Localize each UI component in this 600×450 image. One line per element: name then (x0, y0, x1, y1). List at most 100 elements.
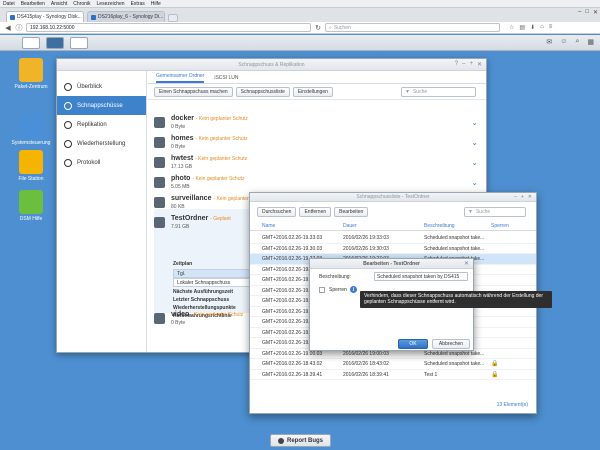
desktop-icon[interactable]: DSM Hilfe (9, 190, 53, 222)
content-tab[interactable]: Gemeinsamer Ordner (156, 73, 205, 83)
sidebar-item[interactable]: Replikation (57, 115, 146, 134)
filter-input[interactable]: ▼ Suche (401, 87, 476, 97)
user-icon[interactable]: ☺ (560, 38, 567, 46)
desktop-icon[interactable]: Paket-Zentrum (9, 58, 53, 90)
description-label: Beschreibung: (319, 274, 351, 280)
lock-checkbox[interactable] (319, 287, 325, 293)
filter-icon: ▼ (405, 89, 410, 95)
browser-navbar: ◀ ⓘ 192.168.10.22:5000 ↻ ⌕ Suchen ☆ ▤ ⬇ ⌂… (0, 22, 600, 34)
minimize-icon[interactable]: – (578, 9, 581, 16)
list-filter-input[interactable]: ▼ Suche (464, 207, 526, 217)
bug-icon (278, 437, 284, 444)
os-menu-item[interactable]: Ansicht (51, 1, 67, 7)
table-row[interactable]: GMT+2016.02.26-19.33.03 2016/02/26 19:33:… (250, 233, 536, 244)
chevron-down-icon[interactable]: ⌄ (471, 138, 478, 147)
list-toolbar-button[interactable]: Entfernen (299, 207, 332, 217)
minimize-icon[interactable]: – (462, 61, 465, 68)
toolbar-button[interactable]: Einen Schnappschuss machen (154, 86, 233, 97)
content-tab[interactable]: iSCSI LUN (214, 75, 238, 83)
chevron-down-icon[interactable]: ⌄ (471, 158, 478, 167)
col-name[interactable]: Name (262, 223, 340, 229)
browser-search-input[interactable]: ⌕ Suchen (325, 23, 500, 32)
os-menu-item[interactable]: Lesezeichen (97, 1, 125, 7)
minimize-icon[interactable]: – (514, 194, 517, 200)
info-icon[interactable]: i (350, 286, 357, 293)
reload-icon[interactable]: ↻ (314, 24, 322, 32)
share-name: hwtest - Kein geplanter Schutz (171, 155, 247, 162)
close-icon[interactable]: ✕ (477, 61, 482, 68)
dsm-tray: ✉ ☺ ⌕ ▦ (546, 38, 594, 46)
address-bar[interactable]: 192.168.10.22:5000 (26, 23, 311, 32)
taskbar-app-button[interactable] (70, 36, 88, 49)
home-icon[interactable]: ⌂ (540, 24, 544, 31)
chat-icon[interactable]: ✉ (546, 38, 552, 46)
os-menu-item[interactable]: Chronik (73, 1, 90, 7)
star-icon[interactable]: ☆ (509, 24, 514, 31)
browser-tab[interactable]: DS216play_6 - Synology Di...× (87, 11, 165, 22)
clipboard-icon[interactable]: ▤ (519, 24, 525, 31)
menu-icon[interactable]: ≡ (549, 24, 553, 31)
col-time[interactable]: Dauer (343, 223, 421, 229)
os-menu-item[interactable]: Bearbeiten (21, 1, 45, 7)
sidebar-item[interactable]: Überblick (57, 77, 146, 96)
sidebar-item[interactable]: Wiederherstellung (57, 134, 146, 153)
close-icon[interactable]: ✕ (528, 194, 532, 200)
dsm-taskbar (0, 35, 600, 51)
desktop-icon-label: Paket-Zentrum (14, 84, 48, 90)
sidebar-item-label: Schnappschüsse (77, 102, 123, 109)
new-tab-button[interactable] (168, 14, 178, 22)
desktop-icon[interactable]: Systemsteuerung (9, 114, 53, 146)
chevron-down-icon[interactable]: ⌄ (471, 118, 478, 127)
widgets-icon[interactable]: ▦ (587, 38, 594, 46)
toolbar-button[interactable]: Einstellungen (292, 86, 333, 97)
close-icon[interactable]: ✕ (593, 9, 598, 16)
list-toolbar-button[interactable]: Durchsuchen (257, 207, 297, 217)
cancel-button[interactable]: Abbrechen (432, 339, 470, 349)
share-row[interactable]: docker - Kein geplanter Schutz 0 Byte ⌄ (154, 115, 478, 130)
col-lock[interactable]: Sperren (491, 223, 521, 229)
os-menu-item[interactable]: Extras (131, 1, 145, 7)
table-row[interactable]: GMT+2016.02.26-18.43.02 2016/02/26 18:43:… (250, 359, 536, 370)
close-icon[interactable]: ✕ (464, 260, 469, 267)
share-folder-icon (154, 313, 165, 324)
schedule-row[interactable]: Tgl. (173, 269, 251, 278)
description-input[interactable]: Scheduled snapshot taken by DS415 (374, 272, 468, 281)
search-icon: ⌕ (329, 24, 332, 31)
ok-button[interactable]: OK (398, 339, 428, 349)
os-menu-item[interactable]: Hilfe (151, 1, 161, 7)
list-toolbar-button[interactable]: Bearbeiten (334, 207, 369, 217)
share-text: hwtest - Kein geplanter Schutz 17.13 GB (171, 155, 247, 170)
download-icon[interactable]: ⬇ (530, 24, 535, 31)
help-icon[interactable]: ? (455, 61, 458, 68)
filter-icon: ▼ (468, 209, 473, 215)
toolbar-button[interactable]: Schnappschussliste (235, 86, 290, 97)
search-placeholder: Suchen (333, 24, 351, 31)
sidebar-item[interactable]: Schnappschüsse (57, 96, 146, 115)
share-name-text: surveillance (171, 195, 212, 202)
desktop-icon[interactable]: File Station (9, 150, 53, 182)
table-row[interactable]: GMT+2016.02.26-18.39.41 2016/02/26 18:39:… (250, 370, 536, 380)
main-menu-button[interactable] (22, 36, 40, 49)
sidebar-item[interactable]: Protokoll (57, 153, 146, 172)
app-icon (19, 190, 43, 214)
share-name: photo - Kein geplanter Schutz (171, 175, 244, 182)
col-description[interactable]: Beschreibung (424, 223, 488, 229)
chevron-down-icon[interactable]: ⌄ (471, 178, 478, 187)
browser-tab-label: DS216play_6 - Synology Di... (98, 14, 164, 20)
share-row[interactable]: homes - Kein geplanter Schutz 0 Byte ⌄ (154, 135, 478, 150)
taskbar-app-button[interactable] (46, 36, 64, 49)
maximize-icon[interactable]: + (521, 194, 524, 200)
share-row[interactable]: hwtest - Kein geplanter Schutz 17.13 GB ⌄ (154, 155, 478, 170)
table-row[interactable]: GMT+2016.02.26-19.30.03 2016/02/26 19:30:… (250, 244, 536, 254)
snapshot-time: 2016/02/26 19:30:03 (343, 245, 389, 252)
share-size: 7.91 GB (171, 224, 190, 230)
share-row[interactable]: photo - Kein geplanter Schutz 5.05 MB ⌄ (154, 175, 478, 190)
maximize-icon[interactable]: □ (585, 9, 589, 16)
back-icon[interactable]: ◀ (4, 24, 12, 32)
maximize-icon[interactable]: + (469, 61, 473, 68)
search-icon[interactable]: ⌕ (575, 38, 579, 46)
report-bugs-button[interactable]: Report Bugs (270, 434, 331, 447)
browser-tab[interactable]: DS415play - Synology Disk...× (6, 11, 84, 22)
os-menu-item[interactable]: Datei (3, 1, 15, 7)
schedule-row[interactable]: Lokaler Schnappschuss (173, 278, 251, 287)
